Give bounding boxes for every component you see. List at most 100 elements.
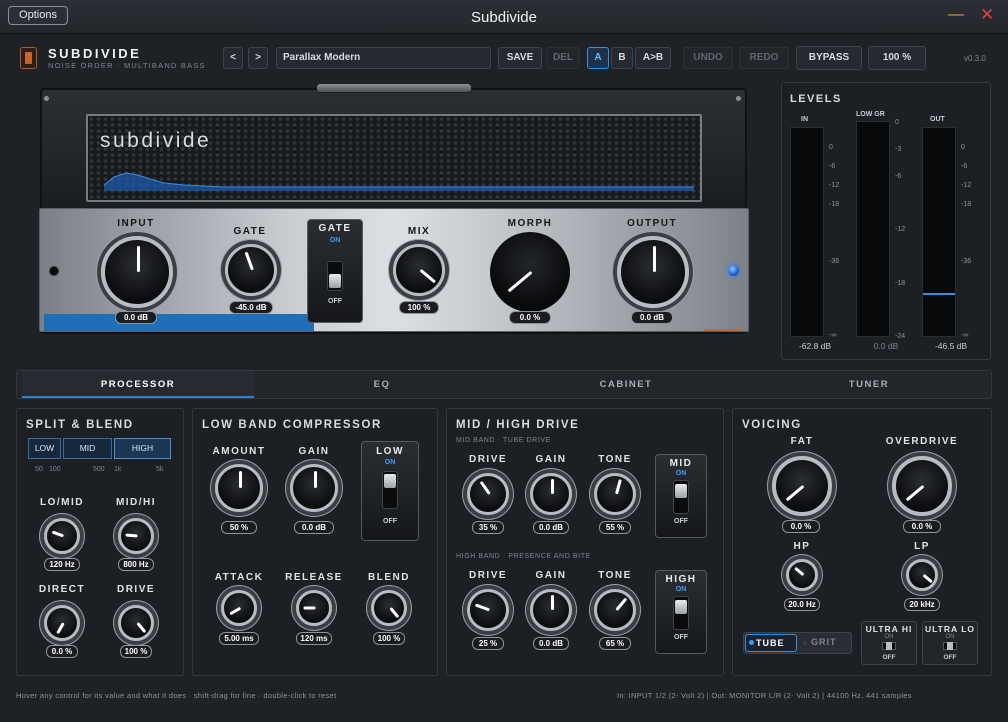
amount-label: AMOUNT [212, 446, 266, 457]
tab-eq[interactable]: EQ [260, 371, 504, 398]
gr-tick: -24 [895, 333, 906, 340]
input-value: 0.0 dB [115, 311, 157, 324]
bypass-button[interactable]: BYPASS [796, 46, 862, 70]
high-tone-label: TONE [598, 570, 632, 581]
low-switch-off-label: OFF [383, 518, 397, 525]
out-tick: 0 [961, 144, 965, 151]
prev-preset-button[interactable]: < [223, 47, 243, 69]
out-peak-line [923, 293, 955, 295]
amount-value: 50 % [221, 521, 257, 534]
minimize-icon[interactable]: — [948, 6, 964, 24]
output-knob[interactable] [617, 236, 689, 308]
ab-slot-a-button[interactable]: A [587, 47, 609, 69]
preset-name-field[interactable]: Parallax Modern [276, 47, 491, 69]
amp-logo-text: subdivide [100, 129, 212, 152]
blend-knob[interactable] [371, 590, 407, 626]
levels-title: LEVELS [790, 93, 842, 105]
power-led-icon [728, 265, 739, 276]
mid-switch-on-label: ON [675, 470, 687, 477]
comp-gain-knob[interactable] [290, 464, 338, 512]
redo-button[interactable]: REDO [739, 47, 789, 69]
direct-knob[interactable] [44, 605, 80, 641]
freq-tick: 100 [49, 466, 61, 473]
high-drive-knob[interactable] [467, 589, 509, 631]
mid-hi-value: 800 Hz [118, 558, 154, 571]
mix-value: 100 % [399, 301, 439, 314]
next-preset-button[interactable]: > [248, 47, 268, 69]
input-knob-label: INPUT [117, 218, 155, 229]
release-value: 120 ms [296, 632, 332, 645]
lo-mid-knob[interactable] [44, 518, 80, 554]
band-high-button[interactable]: HIGH [114, 438, 171, 459]
ultra-hi-on-label: ON [884, 634, 894, 640]
output-knob-label: OUTPUT [626, 218, 678, 229]
out-level-value: -46.5 dB [934, 341, 968, 351]
release-knob[interactable] [296, 590, 332, 626]
amount-knob[interactable] [215, 464, 263, 512]
overdrive-knob[interactable] [892, 456, 952, 516]
tab-processor[interactable]: PROCESSOR [22, 371, 254, 398]
fat-knob[interactable] [772, 456, 832, 516]
low-switch-on-label: ON [384, 459, 396, 466]
undo-button[interactable]: UNDO [683, 47, 733, 69]
blend-label: BLEND [368, 572, 410, 583]
amp-handle [316, 83, 472, 93]
mid-drive-knob[interactable] [467, 473, 509, 515]
ab-slot-b-button[interactable]: B [611, 47, 633, 69]
tab-cabinet[interactable]: CABINET [504, 371, 748, 398]
mid-toggle[interactable] [673, 480, 689, 514]
mix-knob[interactable] [393, 244, 445, 296]
split-drive-label: DRIVE [116, 584, 156, 595]
split-drive-knob[interactable] [118, 605, 154, 641]
tube-indicator-icon [749, 640, 754, 645]
mid-gain-label: GAIN [535, 454, 567, 465]
out-meter [922, 127, 956, 337]
grit-button[interactable]: GRIT [811, 637, 837, 647]
lp-knob[interactable] [906, 559, 938, 591]
tab-tuner[interactable]: TUNER [748, 371, 990, 398]
gate-toggle[interactable] [327, 261, 343, 291]
mid-tone-knob[interactable] [594, 473, 636, 515]
save-button[interactable]: SAVE [498, 47, 542, 69]
ultra-hi-toggle[interactable] [861, 641, 917, 651]
freq-tick: 50 [35, 466, 43, 473]
gate-knob[interactable] [225, 244, 277, 296]
freq-tick: 5k [156, 466, 164, 473]
low-toggle[interactable] [382, 471, 398, 509]
high-gain-knob[interactable] [530, 589, 572, 631]
high-switch-label: HIGH [665, 574, 697, 585]
mix-knob-label: MIX [407, 226, 431, 237]
audio-status: In: INPUT 1/2 (2- Volt 2) | Out: MONITOR… [617, 691, 912, 700]
attack-knob[interactable] [221, 590, 257, 626]
high-switch-on-label: ON [675, 586, 687, 593]
ultra-lo-toggle[interactable] [922, 641, 978, 651]
high-switch-off-label: OFF [674, 634, 688, 641]
morph-knob-label: MORPH [507, 218, 553, 229]
high-tone-knob[interactable] [594, 589, 636, 631]
overdrive-value: 0.0 % [903, 520, 941, 533]
gr-level-value: 0.0 dB [873, 341, 899, 351]
close-icon[interactable]: ✕ [980, 5, 994, 25]
band-mid-button[interactable]: MID [63, 438, 112, 459]
input-knob[interactable] [101, 236, 173, 308]
gate-switch-off-label: OFF [328, 298, 342, 305]
in-tick: -18 [829, 201, 840, 208]
screw [736, 96, 741, 101]
mid-gain-knob[interactable] [530, 473, 572, 515]
ultra-hi-label: ULTRA HI [865, 624, 913, 634]
mid-tone-value: 55 % [599, 521, 631, 534]
band-low-button[interactable]: LOW [28, 438, 61, 459]
mid-band-subtitle: MID BAND · TUBE DRIVE [456, 437, 551, 444]
high-toggle[interactable] [673, 596, 689, 630]
mid-gain-value: 0.0 dB [533, 521, 569, 534]
high-drive-value: 25 % [472, 637, 504, 650]
hp-knob[interactable] [786, 559, 818, 591]
delete-button[interactable]: DEL [546, 47, 580, 69]
screw [44, 96, 49, 101]
zoom-button[interactable]: 100 % [868, 46, 926, 70]
copy-a-to-b-button[interactable]: A>B [635, 47, 671, 69]
out-tick: -36 [961, 258, 972, 265]
morph-knob[interactable] [490, 232, 570, 312]
mid-hi-knob[interactable] [118, 518, 154, 554]
comp-gain-label: GAIN [298, 446, 330, 457]
